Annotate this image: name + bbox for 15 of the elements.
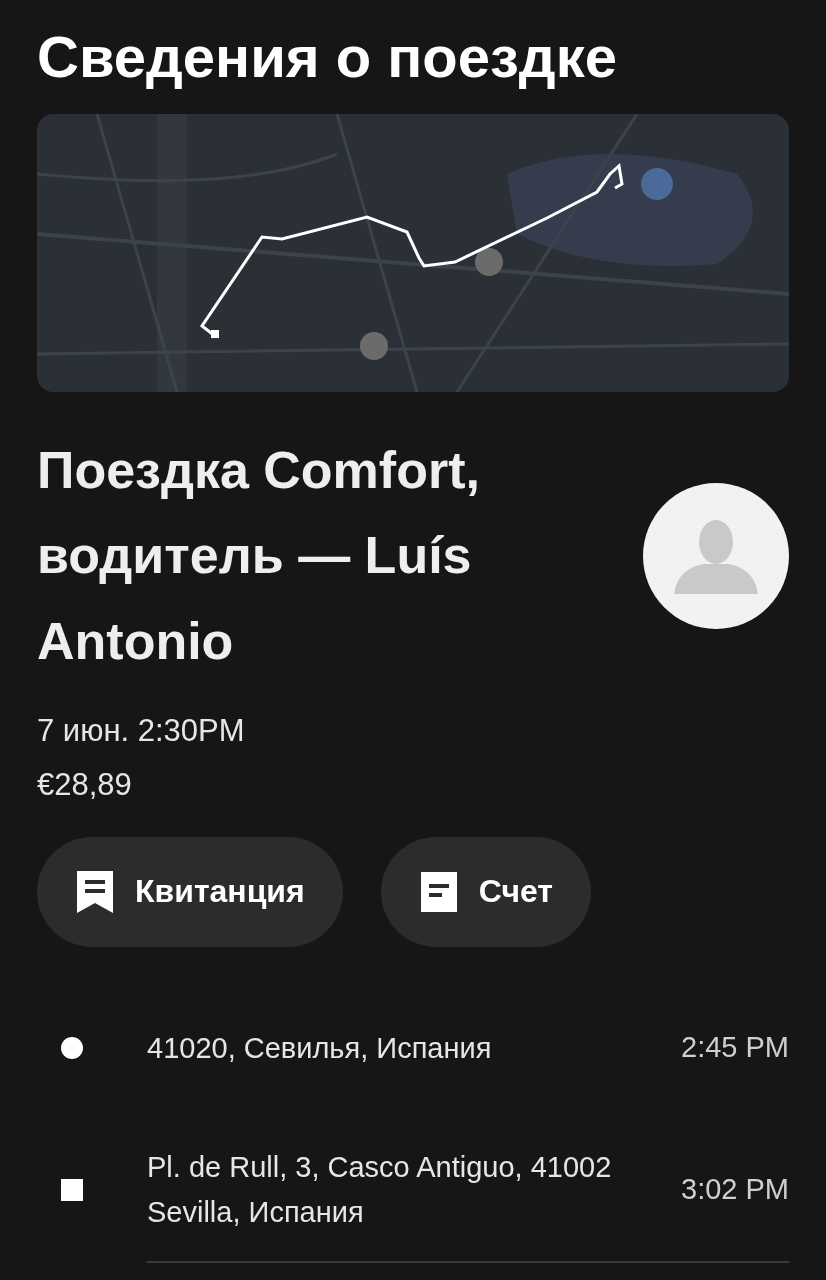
stop-address: Pl. de Rull, 3, Casco Antiguo, 41002 Sevilla, Испания: [147, 1150, 613, 1230]
trip-date: 7 июн. 2:30PM: [37, 713, 246, 749]
page-title: Сведения о поездке: [37, 23, 618, 91]
trip-heading: Поездка Comfort, водитель — Luís Antonio: [37, 439, 481, 673]
invoice-button[interactable]: Счет: [380, 837, 591, 947]
receipt-button[interactable]: Квитанция: [37, 837, 343, 947]
trip-price: €28,89: [37, 767, 133, 803]
person-icon: [674, 518, 758, 595]
stop-time: 3:02 PM: [681, 1173, 789, 1207]
square-icon: [61, 1179, 83, 1201]
stop-address: 41020, Севилья, Испания: [147, 1030, 493, 1066]
circle-icon: [61, 1037, 83, 1059]
stop-time: 2:45 PM: [681, 1031, 789, 1065]
receipt-icon: [77, 871, 113, 913]
document-icon: [420, 872, 457, 912]
